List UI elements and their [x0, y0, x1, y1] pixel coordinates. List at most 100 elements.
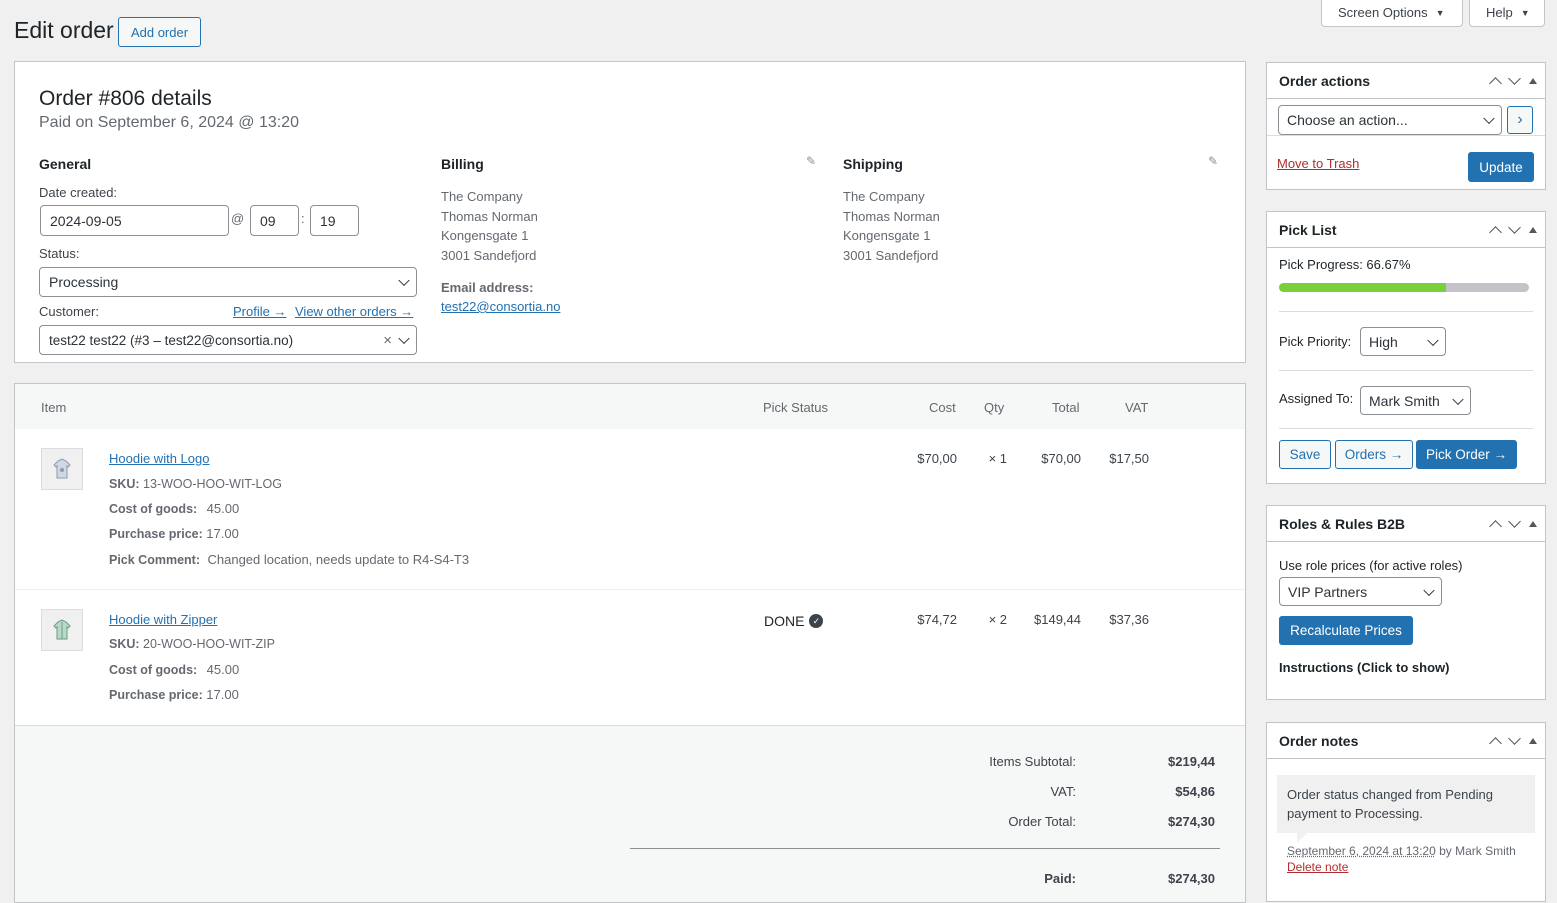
cost-cell: $70,00 — [905, 451, 957, 466]
move-down-icon[interactable] — [1508, 515, 1521, 528]
order-paid-line: Paid on September 6, 2024 @ 13:20 — [39, 114, 299, 132]
qty-cell: × 1 — [977, 451, 1007, 466]
chevron-down-icon — [1483, 113, 1494, 124]
view-other-orders-link[interactable]: View other orders → — [295, 304, 413, 319]
instructions-toggle[interactable]: Instructions (Click to show) — [1279, 660, 1449, 675]
use-role-prices-label: Use role prices (for active roles) — [1279, 558, 1463, 573]
cog-label: Cost of goods: — [109, 502, 197, 516]
screen-options-tab[interactable]: Screen Options ▼ — [1321, 0, 1463, 27]
pick-divider — [1279, 428, 1533, 429]
billing-line: Thomas Norman — [441, 207, 538, 227]
paid-value: $274,30 — [1168, 871, 1215, 886]
pick-list-title-text: Pick List — [1279, 222, 1337, 238]
order-actions-title-text: Order actions — [1279, 73, 1370, 89]
collapse-icon[interactable] — [1529, 78, 1537, 84]
purchase-price-line: Purchase price: 17.00 — [109, 687, 239, 702]
note-date: September 6, 2024 at 13:20 — [1287, 844, 1436, 858]
move-up-icon[interactable] — [1489, 520, 1502, 533]
shipping-line: The Company — [843, 187, 940, 207]
collapse-icon[interactable] — [1529, 738, 1537, 744]
vat-cell: $17,50 — [1095, 451, 1149, 466]
product-thumbnail — [41, 448, 83, 490]
chevron-down-icon — [1423, 584, 1434, 595]
billing-line: Kongensgate 1 — [441, 226, 538, 246]
pick-comment-line: Pick Comment: Changed location, needs up… — [109, 552, 469, 567]
cost-cell: $74,72 — [905, 612, 957, 627]
at-sign: @ — [231, 211, 244, 226]
sku-label: SKU: — [109, 637, 140, 651]
pick-status-cell: DONE ✓ — [764, 613, 823, 629]
delete-note-link[interactable]: Delete note — [1287, 860, 1348, 874]
notes-title-text: Order notes — [1279, 733, 1358, 749]
product-link[interactable]: Hoodie with Zipper — [109, 612, 217, 627]
hoodie-icon — [50, 618, 74, 642]
collapse-icon[interactable] — [1529, 521, 1537, 527]
billing-address: The Company Thomas Norman Kongensgate 1 … — [441, 187, 538, 265]
move-up-icon[interactable] — [1489, 226, 1502, 239]
minute-input[interactable]: 19 — [310, 205, 359, 236]
shipping-heading: Shipping — [843, 156, 903, 172]
pick-priority-select[interactable]: High — [1360, 327, 1446, 356]
col-qty: Qty — [984, 400, 1004, 415]
shipping-line: 3001 Sandefjord — [843, 246, 940, 266]
cog-line: Cost of goods: 45.00 — [109, 501, 239, 516]
order-heading: Order #806 details — [39, 87, 212, 111]
customer-select[interactable]: test22 test22 (#3 – test22@consortia.no)… — [39, 325, 417, 355]
recalculate-prices-button[interactable]: Recalculate Prices — [1279, 616, 1413, 645]
add-order-button[interactable]: Add order — [118, 17, 201, 47]
pick-order-button[interactable]: Pick Order → — [1416, 440, 1517, 469]
note-author: by Mark Smith — [1436, 844, 1516, 858]
assigned-to-select[interactable]: Mark Smith — [1360, 386, 1471, 415]
move-up-icon[interactable] — [1489, 77, 1502, 90]
vat-cell: $37,36 — [1095, 612, 1149, 627]
role-select[interactable]: VIP Partners — [1279, 577, 1442, 606]
pencil-icon[interactable]: ✎ — [1208, 154, 1218, 168]
customer-value: test22 test22 (#3 – test22@consortia.no) — [49, 333, 293, 348]
pick-divider — [1279, 370, 1533, 371]
clear-customer-icon[interactable]: × — [383, 332, 392, 349]
paid-label: Paid: — [1044, 871, 1076, 886]
profile-link[interactable]: Profile → — [233, 304, 286, 319]
move-down-icon[interactable] — [1508, 732, 1521, 745]
order-total-value: $274,30 — [1168, 814, 1215, 829]
date-created-input[interactable]: 2024-09-05 — [40, 205, 229, 236]
hour-value: 09 — [260, 213, 276, 229]
pick-divider — [1279, 311, 1533, 312]
chevron-down-icon — [1427, 334, 1438, 345]
move-up-icon[interactable] — [1489, 737, 1502, 750]
order-action-select[interactable]: Choose an action... — [1278, 105, 1502, 135]
hour-input[interactable]: 09 — [250, 205, 299, 236]
order-action-value: Choose an action... — [1287, 112, 1408, 128]
save-button[interactable]: Save — [1279, 440, 1331, 469]
status-select[interactable]: Processing — [39, 267, 417, 297]
sku-line: SKU: 13-WOO-HOO-WIT-LOG — [109, 477, 282, 491]
time-colon: : — [301, 211, 305, 226]
billing-email-link[interactable]: test22@consortia.no — [441, 299, 560, 314]
vat-total-label: VAT: — [1050, 784, 1076, 799]
apply-action-button[interactable]: › — [1507, 106, 1533, 134]
cog-line: Cost of goods: 45.00 — [109, 662, 239, 677]
box-controls — [1491, 63, 1537, 99]
cog-value: 45.00 — [207, 501, 240, 516]
chevron-down-icon — [398, 275, 409, 286]
chevron-down-icon — [398, 333, 409, 344]
orders-button[interactable]: Orders → — [1335, 440, 1413, 469]
help-tab[interactable]: Help ▼ — [1469, 0, 1545, 27]
pick-progress-fill — [1279, 283, 1446, 292]
row-divider — [15, 589, 1245, 590]
move-to-trash-link[interactable]: Move to Trash — [1277, 156, 1359, 171]
update-button[interactable]: Update — [1468, 152, 1534, 182]
order-actions-box: Order actions Choose an action... › Move… — [1266, 62, 1546, 190]
product-link[interactable]: Hoodie with Logo — [109, 451, 209, 466]
email-label: Email address: — [441, 280, 534, 295]
move-down-icon[interactable] — [1508, 221, 1521, 234]
move-down-icon[interactable] — [1508, 72, 1521, 85]
box-controls — [1491, 506, 1537, 542]
shipping-line: Thomas Norman — [843, 207, 940, 227]
general-heading: General — [39, 156, 91, 172]
note-pointer — [1297, 833, 1307, 843]
order-total-label: Order Total: — [1008, 814, 1076, 829]
pencil-icon[interactable]: ✎ — [806, 154, 816, 168]
collapse-icon[interactable] — [1529, 227, 1537, 233]
date-value: 2024-09-05 — [50, 213, 122, 229]
